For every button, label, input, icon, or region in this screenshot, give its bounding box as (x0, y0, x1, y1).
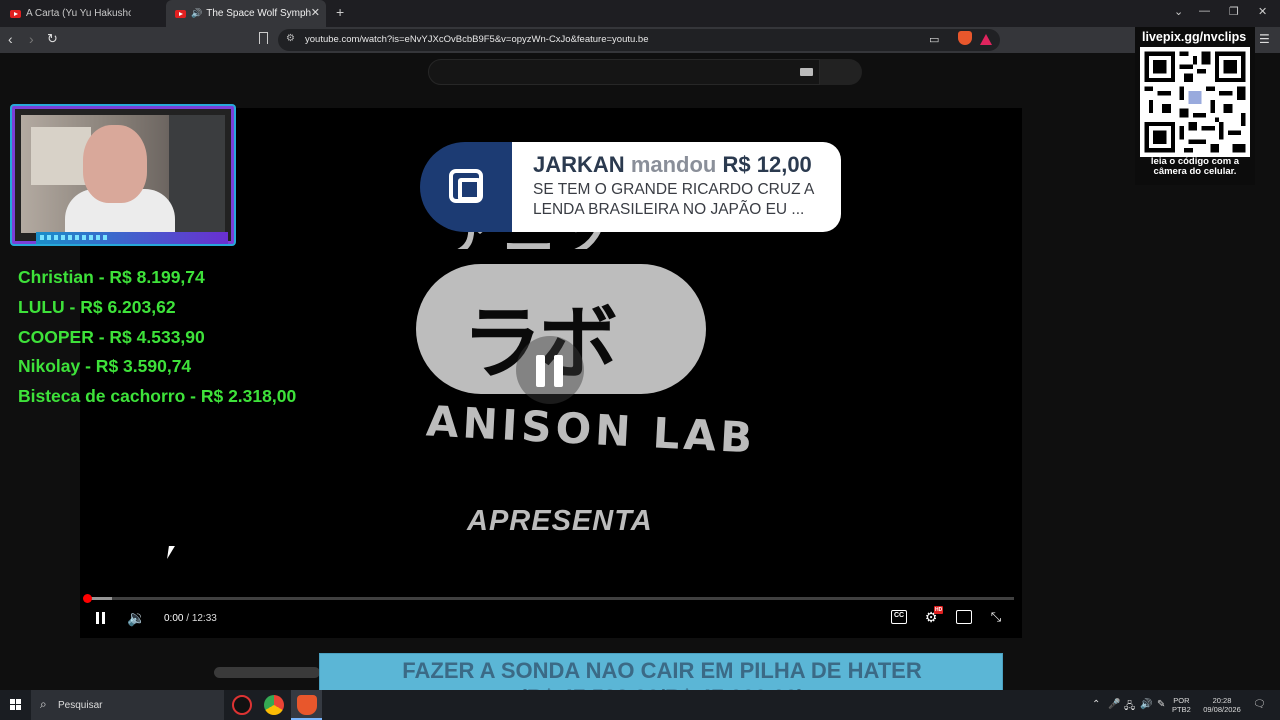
alert-message: SE TEM O GRANDE RICARDO CRUZ A LENDA BRA… (533, 181, 814, 218)
donor-item: Nikolay - R$ 3.590,74 (18, 356, 192, 377)
duration: 12:33 (191, 613, 217, 624)
livepix-qr-overlay: livepix.gg/nvclips leia o código com a c… (1135, 27, 1255, 185)
address-bar[interactable]: ⚙ youtube.com/watch?is=eNvYJXcOvBcbB9F5&… (278, 29, 1000, 51)
brave-rewards-icon[interactable] (980, 34, 992, 45)
taskbar: ⌕ Pesquisar ⌃ 🎤 🖧 🔊 ✎ POR PTB2 20:28 09/… (0, 690, 1280, 720)
webcam-frame-stripes (40, 235, 110, 240)
tab-list-chevron-icon[interactable]: ⌄ (1174, 5, 1183, 18)
bookmark-icon[interactable] (259, 32, 268, 44)
microphone-icon[interactable]: 🎤 (1108, 699, 1120, 710)
current-time: 0:00 (164, 613, 184, 624)
language-code: POR (1173, 696, 1190, 705)
recorder-app-icon[interactable] (232, 695, 252, 715)
keyboard-icon[interactable] (800, 68, 813, 76)
volume-icon[interactable]: 🔉 (127, 609, 146, 627)
language-indicator[interactable]: POR PTB2 (1172, 696, 1191, 714)
new-tab-button[interactable]: + (336, 4, 344, 20)
url-text: youtube.com/watch?is=eNvYJXcOvBcbB9F5&v=… (305, 34, 649, 45)
keyboard-layout: PTB2 (1172, 705, 1191, 714)
forward-button[interactable]: › (29, 31, 34, 47)
taskbar-search-placeholder: Pesquisar (58, 700, 103, 711)
clock-date: 09/08/2026 (1203, 705, 1241, 714)
hd-badge: HD (934, 606, 944, 614)
youtube-search-button[interactable] (820, 59, 862, 85)
center-pause-icon[interactable] (516, 336, 584, 404)
webcam-person-head (83, 125, 147, 203)
scrubber-handle[interactable] (83, 594, 92, 603)
donor-item: LULU - R$ 6.203,62 (18, 296, 176, 317)
brave-app-icon[interactable] (297, 695, 317, 715)
webcam-feed (21, 115, 225, 239)
youtube-search-input[interactable] (428, 59, 820, 85)
donation-alert: JARKAN mandou R$ 12,00 SE TEM O GRANDE R… (420, 142, 841, 232)
goal-title: FAZER A SONDA NAO CAIR EM PILHA DE HATER (402, 658, 922, 683)
donor-item: Bisteca de cachorro - R$ 2.318,00 (18, 386, 297, 407)
qr-caption: leia o código com a câmera do celular. (1150, 156, 1240, 177)
page-content: アニソン ラボ ANISON LAB APRESENTA JARKAN mand… (0, 27, 1280, 713)
speaker-icon[interactable]: 🔊 (1140, 699, 1152, 710)
browser-tab-bar: A Carta (Yu Yu Hakusho) português c 🔊 Th… (0, 0, 1280, 27)
network-icon[interactable]: 🖧 (1124, 699, 1135, 716)
donor-item: COOPER - R$ 4.533,90 (18, 326, 205, 347)
webcam-monitor (169, 115, 225, 233)
pen-icon[interactable]: ✎ (1157, 699, 1165, 710)
close-tab-icon[interactable]: ✕ (311, 6, 320, 19)
minimize-button[interactable]: — (1199, 5, 1210, 17)
time-separator: / (183, 613, 192, 624)
brave-shield-icon[interactable] (958, 31, 972, 45)
browser-toolbar: ‹ › ↻ ⚙ youtube.com/watch?is=eNvYJXcOvBc… (0, 27, 1280, 53)
progress-bar[interactable] (86, 597, 1014, 600)
tab-space-wolf-symphony[interactable]: 🔊 The Space Wolf Symphony (J ✕ (166, 0, 326, 27)
alert-verb: mandou (630, 152, 717, 177)
back-button[interactable]: ‹ (8, 31, 13, 47)
alert-donor-name: JARKAN (533, 152, 625, 177)
clock-time: 20:28 (1212, 696, 1232, 705)
tab-yu-yu-hakusho[interactable]: A Carta (Yu Yu Hakusho) português c (10, 2, 160, 25)
tray-chevron-icon[interactable]: ⌃ (1092, 699, 1100, 710)
alert-headline: JARKAN mandou R$ 12,00 (533, 152, 812, 178)
alert-amount: R$ 12,00 (722, 152, 812, 177)
video-apresenta-text: APRESENTA (467, 505, 653, 537)
donor-item: Christian - R$ 8.199,74 (18, 267, 205, 287)
youtube-favicon-icon (175, 9, 186, 18)
youtube-favicon-icon (10, 9, 21, 18)
pause-button[interactable] (96, 612, 106, 624)
close-window-button[interactable]: ✕ (1258, 5, 1267, 18)
top-donors-list: Christian - R$ 8.199,74 LULU - R$ 6.203,… (18, 263, 296, 412)
time-display: 0:00 / 12:33 (164, 613, 217, 624)
search-icon: ⌕ (40, 697, 47, 711)
screen: A Carta (Yu Yu Hakusho) português c 🔊 Th… (0, 0, 1280, 720)
player-controls: 🔉 0:00 / 12:33 CC ⚙ HD ⤡ (80, 591, 1022, 638)
clock[interactable]: 20:28 09/08/2026 (1199, 696, 1245, 714)
taskbar-search[interactable]: ⌕ Pesquisar (31, 690, 224, 720)
site-info-icon[interactable]: ⚙ (286, 33, 295, 44)
webcam-background (31, 127, 91, 185)
horizontal-scrollbar[interactable] (214, 667, 320, 678)
livepix-logo-icon (449, 169, 483, 203)
tab-title: The Space Wolf Symphony (J (206, 8, 312, 19)
reload-button[interactable]: ↻ (47, 31, 58, 47)
chrome-app-icon[interactable] (264, 695, 284, 715)
cast-icon[interactable]: ▭ (929, 33, 939, 46)
notifications-icon[interactable]: 🗨 (1253, 699, 1266, 710)
windows-start-icon[interactable] (10, 699, 22, 711)
menu-icon[interactable]: ☰ (1259, 32, 1270, 46)
audio-playing-icon[interactable]: 🔊 (191, 8, 202, 19)
qr-title: livepix.gg/nvclips (1142, 30, 1247, 44)
fullscreen-icon[interactable]: ⤡ (988, 610, 1004, 624)
alert-body: JARKAN mandou R$ 12,00 SE TEM O GRANDE R… (512, 142, 841, 232)
miniplayer-button[interactable] (956, 610, 972, 624)
tab-title: A Carta (Yu Yu Hakusho) português c (26, 8, 131, 19)
qr-code-image (1140, 47, 1250, 157)
alert-badge (420, 142, 520, 232)
subtitles-button[interactable]: CC (891, 610, 907, 624)
restore-button[interactable]: ❐ (1229, 5, 1239, 18)
webcam-overlay (12, 106, 234, 244)
